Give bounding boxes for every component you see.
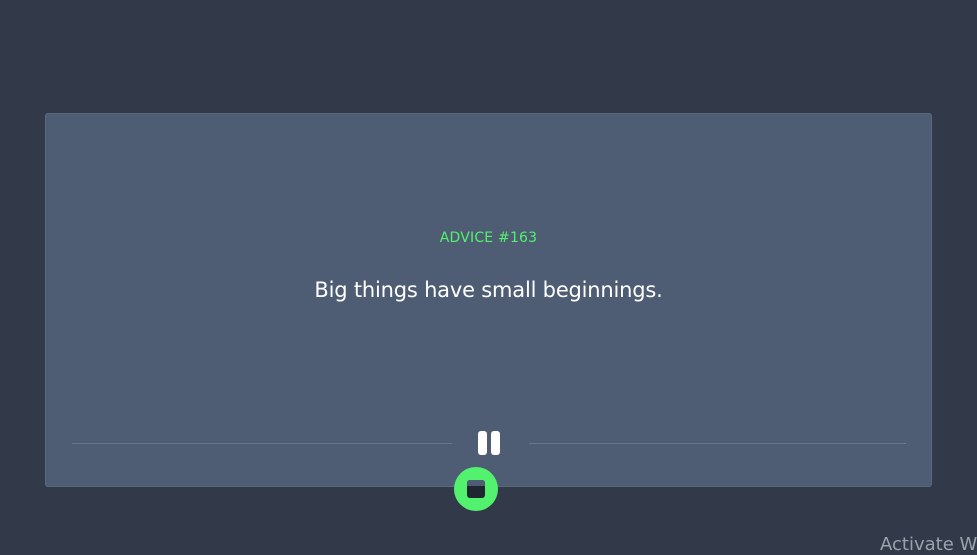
divider-left [72, 443, 452, 444]
advice-id: ADVICE #163 [439, 230, 538, 246]
pause-icon [477, 431, 501, 455]
pause-bar-right [491, 431, 500, 455]
advice-card: ADVICE #163 Big things have small beginn… [45, 113, 932, 487]
dice-icon [467, 480, 485, 498]
advice-quote: Big things have small beginnings. [314, 278, 663, 302]
activate-windows-watermark: Activate Wi [880, 534, 977, 555]
pause-bar-left [478, 431, 487, 455]
new-advice-button[interactable] [454, 467, 498, 511]
divider-right [529, 443, 906, 444]
